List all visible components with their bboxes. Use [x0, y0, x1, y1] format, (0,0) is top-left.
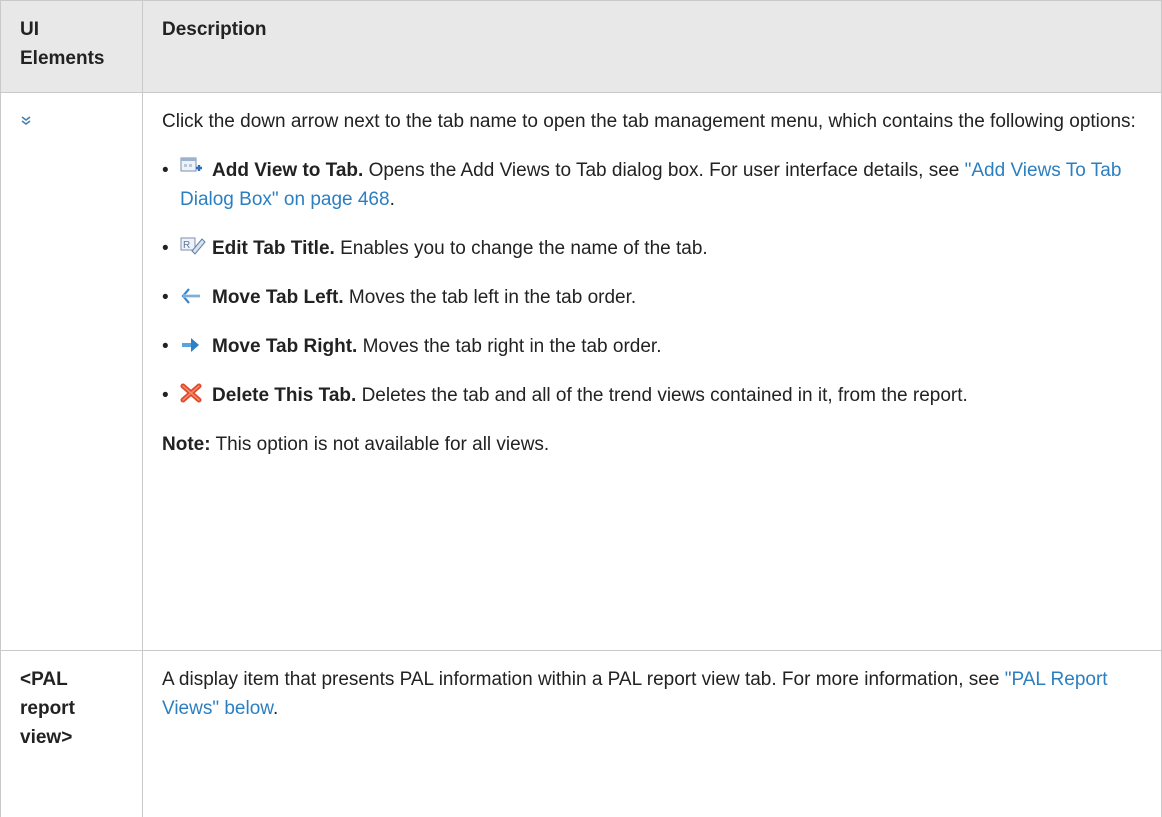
description-text: A display item that presents PAL informa…	[162, 669, 1108, 719]
ui-element-cell	[0, 92, 143, 651]
list-item: Move Tab Left. Moves the tab left in the…	[162, 283, 1142, 312]
edit-title-icon: R	[180, 235, 206, 259]
header-description: Description	[142, 0, 1162, 93]
ui-element-cell: <PAL report view>	[0, 650, 143, 817]
table-row: <PAL report view> A display item that pres…	[0, 650, 1162, 817]
arrow-left-icon	[180, 286, 206, 310]
list-item: Add View to Tab. Opens the Add Views to …	[162, 156, 1142, 214]
svg-text:R: R	[183, 240, 190, 251]
add-view-icon	[180, 157, 206, 181]
option-list: Add View to Tab. Opens the Add Views to …	[162, 156, 1142, 410]
list-item: Move Tab Right. Moves the tab right in t…	[162, 332, 1142, 361]
note-text: Note: This option is not available for a…	[162, 434, 550, 455]
header-ui-elements: UI Elements	[0, 0, 143, 93]
arrow-right-icon	[180, 335, 206, 359]
delete-x-icon	[180, 382, 206, 406]
ui-elements-table: UI Elements Description Click the down ar…	[0, 0, 1162, 817]
list-item: Delete This Tab. Deletes the tab and all…	[162, 381, 1142, 410]
double-chevron-down-icon[interactable]	[20, 115, 32, 130]
description-cell: Click the down arrow next to the tab nam…	[142, 92, 1162, 651]
description-cell: A display item that presents PAL informa…	[142, 650, 1162, 817]
intro-text: Click the down arrow next to the tab nam…	[162, 111, 1136, 132]
table-header-row: UI Elements Description	[0, 0, 1162, 93]
table-row: Click the down arrow next to the tab nam…	[0, 92, 1162, 651]
list-item: R Edit Tab Title. Enables you to change …	[162, 234, 1142, 263]
